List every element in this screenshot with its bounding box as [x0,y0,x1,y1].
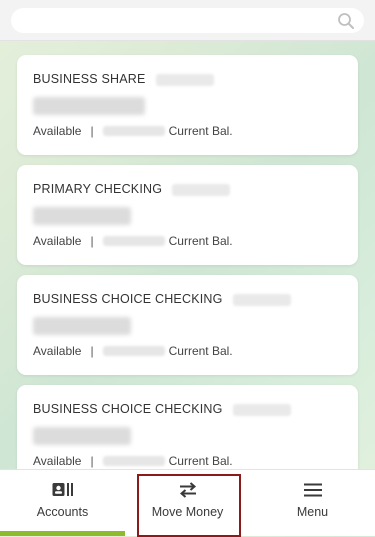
current-balance-label: Current Bal. [168,454,233,468]
balance-meta: Available | Current Bal. [33,124,233,138]
account-name: PRIMARY CHECKING [33,182,231,196]
masked-current-balance [102,456,165,466]
account-name: BUSINESS CHOICE CHECKING [33,292,291,306]
account-card[interactable]: BUSINESS CHOICE CHECKING Available | Cur… [17,275,358,375]
active-tab-indicator [0,531,125,536]
search-input[interactable] [11,8,364,33]
current-balance-label: Current Bal. [168,234,233,248]
balance-meta: Available | Current Bal. [33,454,233,468]
search-icon[interactable] [337,12,355,30]
masked-account-number [155,73,214,86]
masked-balance [33,207,131,225]
current-balance-label: Current Bal. [168,344,233,358]
separator: | [90,124,94,138]
current-balance-label: Current Bal. [168,124,233,138]
hamburger-menu-icon [303,483,322,497]
separator: | [90,234,94,248]
separator: | [90,344,94,358]
top-bar [0,0,375,41]
available-label: Available [33,234,82,248]
masked-balance [33,427,131,445]
account-name: BUSINESS CHOICE CHECKING [33,402,291,416]
move-money-highlight-box [137,474,241,537]
masked-account-number [172,183,231,196]
nav-accounts[interactable]: Accounts [0,470,125,536]
available-label: Available [33,344,82,358]
account-card[interactable]: BUSINESS SHARE Available | Current Bal. [17,55,358,155]
nav-menu-label: Menu [296,505,329,519]
balance-meta: Available | Current Bal. [33,344,233,358]
nav-menu[interactable]: Menu [250,470,375,536]
separator: | [90,454,94,468]
balance-meta: Available | Current Bal. [33,234,233,248]
masked-current-balance [102,236,165,246]
accounts-card-icon [52,483,73,496]
masked-account-number [232,293,291,306]
masked-balance [33,317,131,335]
available-label: Available [33,454,82,468]
masked-current-balance [102,346,165,356]
nav-accounts-label: Accounts [36,505,89,519]
account-card[interactable]: PRIMARY CHECKING Available | Current Bal… [17,165,358,265]
masked-balance [33,97,145,115]
available-label: Available [33,124,82,138]
account-name: BUSINESS SHARE [33,72,214,86]
masked-account-number [232,403,291,416]
masked-current-balance [102,126,165,136]
